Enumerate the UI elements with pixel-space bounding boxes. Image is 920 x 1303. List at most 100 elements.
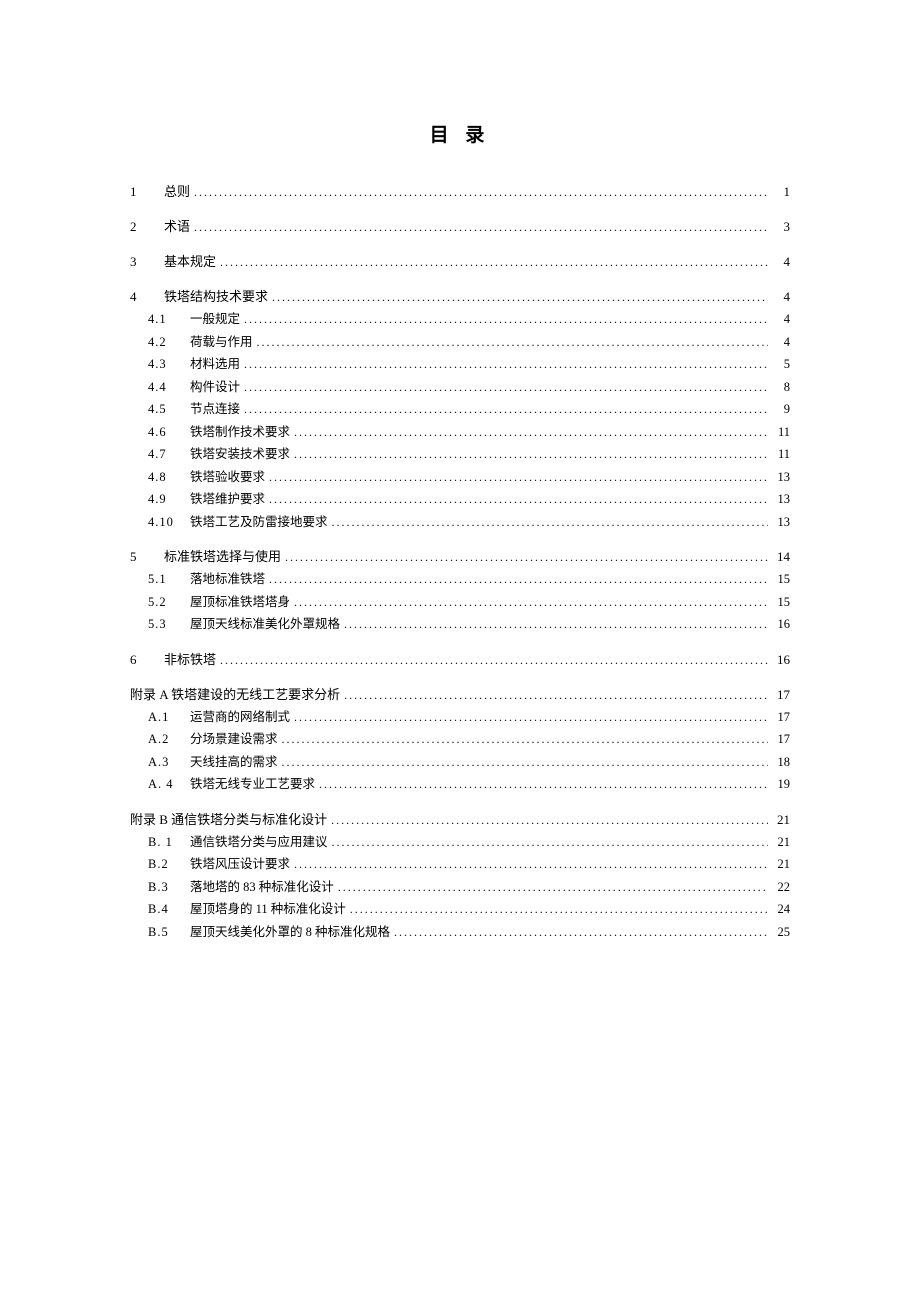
toc-entry-number: 4.10 — [148, 516, 178, 529]
toc-entry-text: 屋顶塔身的 11 种标准化设计 — [190, 903, 346, 916]
toc-leader-dots — [194, 185, 768, 198]
toc-leader-dots — [294, 596, 768, 609]
toc-entry-text: 铁塔维护要求 — [190, 493, 265, 506]
toc-entry-page: 4 — [772, 313, 790, 326]
toc-entry-number: 5.2 — [148, 596, 178, 609]
toc-entry-text: 天线挂高的需求 — [190, 756, 278, 769]
toc-entry-page: 16 — [772, 618, 790, 631]
toc-entry-text: 落地塔的 83 种标准化设计 — [190, 881, 334, 894]
toc-entry-number: 5 — [130, 550, 146, 563]
toc-entry-page: 24 — [772, 903, 790, 916]
toc-entry-page: 11 — [772, 448, 790, 461]
toc-leader-dots — [294, 448, 768, 461]
toc-leader-dots — [282, 756, 768, 769]
toc-entry-text: 分场景建设需求 — [190, 733, 278, 746]
toc-entry-text: 附录 A 铁塔建设的无线工艺要求分析 — [130, 688, 340, 701]
toc-leader-dots — [294, 426, 768, 439]
toc-leader-dots — [338, 881, 768, 894]
toc-entry-page: 4 — [772, 255, 790, 268]
toc-entry-page: 21 — [772, 813, 790, 826]
toc-entry-page: 4 — [772, 336, 790, 349]
toc-entry-number: 4.5 — [148, 403, 178, 416]
toc-entry-number: A.2 — [148, 733, 178, 746]
toc-entry: 4.8铁塔验收要求13 — [130, 471, 790, 484]
toc-entry-text: 运营商的网络制式 — [190, 711, 290, 724]
toc-entry-text: 荷载与作用 — [190, 336, 253, 349]
toc-leader-dots — [244, 403, 768, 416]
toc-entry: 4.2荷载与作用4 — [130, 336, 790, 349]
toc-entry-page: 3 — [772, 220, 790, 233]
toc-entry-number: B. 1 — [148, 836, 178, 849]
toc-entry-text: 术语 — [164, 220, 190, 233]
toc-entry: A.3 天线挂高的需求 18 — [130, 756, 790, 769]
toc-entry: 2 术语 3 — [130, 220, 790, 233]
toc-entry: B.5屋顶天线美化外罩的 8 种标准化规格25 — [130, 926, 790, 939]
toc-entry-page: 21 — [772, 836, 790, 849]
toc-entry-text: 铁塔制作技术要求 — [190, 426, 290, 439]
toc-entry: 4.4构件设计8 — [130, 381, 790, 394]
toc-entry-page: 13 — [772, 516, 790, 529]
toc-entry-number: 4.6 — [148, 426, 178, 439]
toc-entry-page: 1 — [772, 185, 790, 198]
toc-entry: A.1运营商的网络制式17 — [130, 711, 790, 724]
toc-leader-dots — [294, 711, 768, 724]
toc-leader-dots — [282, 733, 768, 746]
toc-entry: 3 基本规定 4 — [130, 255, 790, 268]
toc-leader-dots — [257, 336, 768, 349]
toc-entry-number: A.3 — [148, 756, 178, 769]
toc-entry: 4铁塔结构技术要求4 — [130, 290, 790, 303]
toc-entry-text: 标准铁塔选择与使用 — [164, 550, 281, 563]
toc-entry: A. 4铁塔无线专业工艺要求19 — [130, 778, 790, 791]
toc-entry: 1总则1 — [130, 185, 790, 198]
toc-entry: B. 1 通信铁塔分类与应用建议 21 — [130, 836, 790, 849]
toc-entry: 4.5节点连接9 — [130, 403, 790, 416]
toc-entry-number: 3 — [130, 255, 146, 268]
toc-entry-text: 材料选用 — [190, 358, 240, 371]
toc-entry-number: 4.8 — [148, 471, 178, 484]
toc-entry: 4.6 铁塔制作技术要求 11 — [130, 426, 790, 439]
toc-leader-dots — [394, 926, 768, 939]
toc-leader-dots — [220, 653, 768, 666]
toc-leader-dots — [344, 618, 768, 631]
toc-entry-page: 15 — [772, 573, 790, 586]
toc-leader-dots — [244, 313, 768, 326]
toc-leader-dots — [319, 778, 768, 791]
toc-entry: B.2铁塔风压设计要求21 — [130, 858, 790, 871]
toc-entry-page: 17 — [772, 733, 790, 746]
toc-entry-text: 屋顶标准铁塔塔身 — [190, 596, 290, 609]
toc-entry-number: A.1 — [148, 711, 178, 724]
toc-entry-number: 4.4 — [148, 381, 178, 394]
toc-entry-text: 基本规定 — [164, 255, 216, 268]
toc-leader-dots — [272, 290, 768, 303]
toc-entry-number: B.2 — [148, 858, 178, 871]
toc-leader-dots — [269, 573, 768, 586]
toc-entry-page: 11 — [772, 426, 790, 439]
toc-entry-page: 15 — [772, 596, 790, 609]
toc-entry-text: 屋顶天线美化外罩的 8 种标准化规格 — [190, 926, 390, 939]
toc-entry: B.4 屋顶塔身的 11 种标准化设计 24 — [130, 903, 790, 916]
toc-leader-dots — [269, 493, 768, 506]
toc-leader-dots — [344, 688, 768, 701]
toc-entry-text: 通信铁塔分类与应用建议 — [190, 836, 328, 849]
toc-entry-number: B.4 — [148, 903, 178, 916]
toc-entry: 4.1一般规定4 — [130, 313, 790, 326]
toc-entry-text: 铁塔安装技术要求 — [190, 448, 290, 461]
toc-entry-number: 4.3 — [148, 358, 178, 371]
toc-entry-number: 6 — [130, 653, 146, 666]
toc-entry-text: 铁塔验收要求 — [190, 471, 265, 484]
toc-leader-dots — [332, 836, 768, 849]
toc-entry: 附录 A 铁塔建设的无线工艺要求分析17 — [130, 688, 790, 701]
toc-entry-page: 18 — [772, 756, 790, 769]
toc-entry: 4.7铁塔安装技术要求11 — [130, 448, 790, 461]
toc-entry-number: 1 — [130, 185, 146, 198]
toc-entry-number: 2 — [130, 220, 146, 233]
toc-entry-text: 屋顶天线标准美化外罩规格 — [190, 618, 340, 631]
toc-entry: 4.3材料选用5 — [130, 358, 790, 371]
toc-entry-page: 4 — [772, 290, 790, 303]
toc-entry-page: 9 — [772, 403, 790, 416]
toc-entry-page: 14 — [772, 550, 790, 563]
toc-entry-text: 铁塔无线专业工艺要求 — [190, 778, 315, 791]
toc-entry-number: A. 4 — [148, 778, 178, 791]
toc-entry: 5 标准铁塔选择与使用 14 — [130, 550, 790, 563]
toc-leader-dots — [269, 471, 768, 484]
